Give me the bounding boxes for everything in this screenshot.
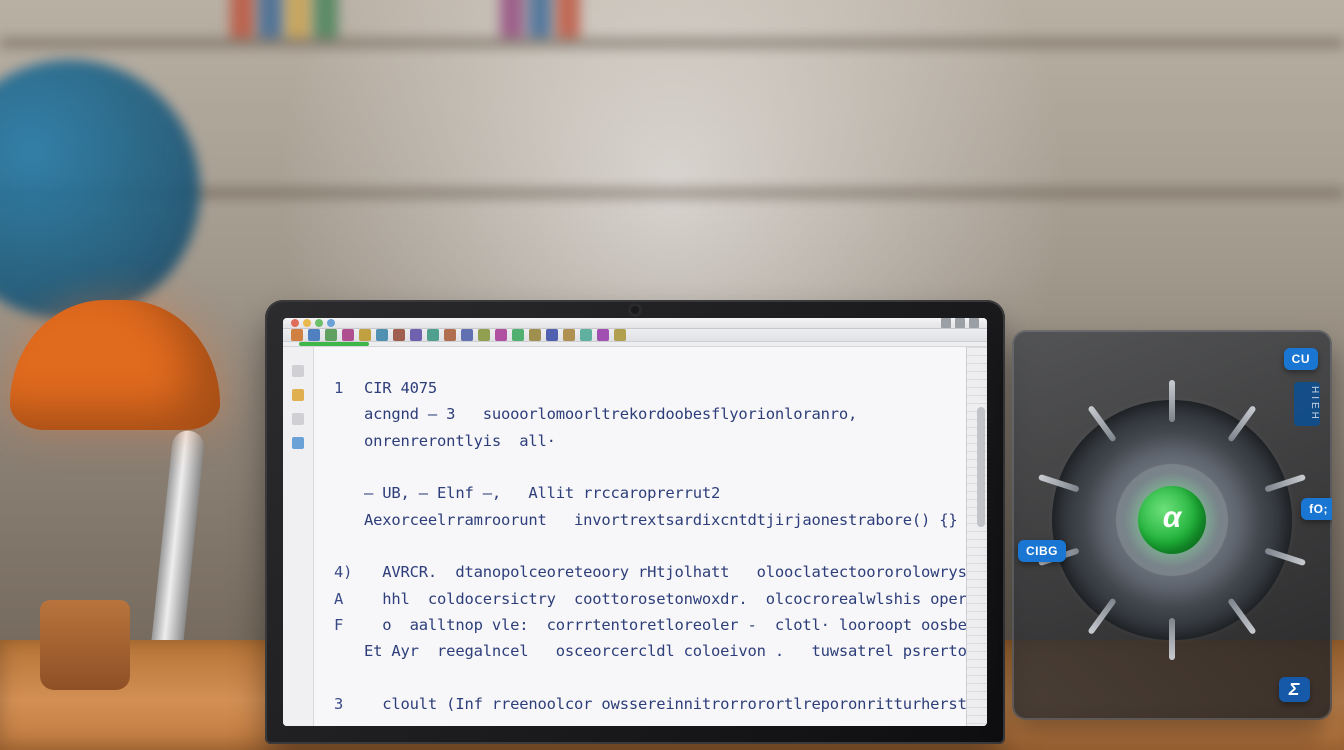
- gadget-spoke: [1169, 380, 1175, 422]
- code-line[interactable]: – UB, – Elnf –, Allit rrccaroprerrut2: [334, 480, 948, 506]
- code-line[interactable]: [334, 454, 948, 480]
- toolbar-icon[interactable]: [546, 329, 558, 341]
- toolbar-icon[interactable]: [614, 329, 626, 341]
- laptop-screen: 1 CIR 4075 acngnd — 3 suooorlomoorltrekord…: [283, 318, 987, 726]
- gadget-chip-sigma: Σ: [1279, 677, 1310, 702]
- window-control[interactable]: [955, 318, 965, 328]
- line-text: onrenrerontlyis all·: [364, 432, 556, 450]
- gadget-chip-right: fO;: [1301, 498, 1332, 520]
- toolbar-icon[interactable]: [427, 329, 439, 341]
- pencil-holder: [40, 600, 130, 690]
- line-text: cloult (Inf rreenoolcor owssereinnitrorr…: [364, 695, 966, 713]
- gadget-vertical-tag: HIEH: [1294, 382, 1320, 426]
- code-line[interactable]: [334, 665, 948, 691]
- tech-gadget: α CU HIEH fO; CIBG Σ: [1012, 330, 1332, 720]
- toolbar-icon[interactable]: [495, 329, 507, 341]
- toolbar-icon[interactable]: [376, 329, 388, 341]
- gutter-icon: [292, 437, 304, 449]
- line-marker: 3: [334, 691, 356, 717]
- toolbar-icon[interactable]: [291, 329, 303, 341]
- core-glyph: α: [1150, 496, 1194, 540]
- toolbar-icon[interactable]: [461, 329, 473, 341]
- window-dot[interactable]: [315, 319, 323, 327]
- code-line[interactable]: 3 cloult (Inf rreenoolcor owssereinnitro…: [334, 691, 948, 717]
- code-line[interactable]: F o aalltnop vle: corrrtentoretloreoler …: [334, 612, 948, 638]
- vertical-ruler: [966, 347, 987, 726]
- active-tab-indicator: [299, 342, 369, 346]
- editor-gutter: [283, 347, 314, 726]
- gadget-spoke: [1169, 618, 1175, 660]
- window-dot[interactable]: [303, 319, 311, 327]
- code-text-area[interactable]: 1 CIR 4075 acngnd — 3 suooorlomoorltrekord…: [314, 347, 966, 726]
- code-line[interactable]: A hhl coldocersictry coottorosetonwoxdr.…: [334, 586, 948, 612]
- gutter-icon: [292, 389, 304, 401]
- code-line[interactable]: acngnd — 3 suooorlomoorltrekordoobesflyo…: [334, 401, 948, 427]
- toolbar-icon[interactable]: [563, 329, 575, 341]
- window-titlebar: [283, 318, 987, 329]
- line-text: o aalltnop vle: corrrtentoretloreoler - …: [364, 616, 966, 634]
- code-editor[interactable]: 1 CIR 4075 acngnd — 3 suooorlomoorltrekord…: [283, 347, 987, 726]
- line-marker: A: [334, 586, 356, 612]
- line-marker: F: [334, 612, 356, 638]
- toolbar-icon[interactable]: [359, 329, 371, 341]
- line-text: – UB, – Elnf –, Allit rrccaroprerrut2: [364, 484, 720, 502]
- line-text: hhl coldocersictry coottorosetonwoxdr. o…: [364, 590, 966, 608]
- toolbar-icon[interactable]: [580, 329, 592, 341]
- gadget-chip-top: CU: [1284, 348, 1318, 370]
- office-scene: 1 CIR 4075 acngnd — 3 suooorlomoorltrekord…: [0, 0, 1344, 750]
- editor-scrollbar[interactable]: [977, 407, 985, 527]
- window-control[interactable]: [941, 318, 951, 328]
- code-line[interactable]: [334, 533, 948, 559]
- laptop-camera: [631, 306, 639, 314]
- code-line[interactable]: Et Ayr reegalncel osceorcercldl coloeivo…: [334, 638, 948, 664]
- gutter-icon: [292, 365, 304, 377]
- editor-toolbar: [283, 329, 987, 342]
- toolbar-icon[interactable]: [325, 329, 337, 341]
- code-line[interactable]: Aexorceelrramroorunt invortrextsardixcnt…: [334, 507, 948, 533]
- toolbar-icon[interactable]: [529, 329, 541, 341]
- code-line[interactable]: onrenrerontlyis all·: [334, 428, 948, 454]
- toolbar-icon[interactable]: [308, 329, 320, 341]
- line-text: Et Ayr reegalncel osceorcercldl coloeivo…: [364, 642, 966, 660]
- line-text: acngnd — 3 suooorlomoorltrekordoobesflyo…: [364, 405, 857, 423]
- window-control[interactable]: [969, 318, 979, 328]
- window-dot[interactable]: [327, 319, 335, 327]
- laptop: 1 CIR 4075 acngnd — 3 suooorlomoorltrekord…: [265, 300, 1005, 744]
- line-text: Aexorceelrramroorunt invortrextsardixcnt…: [364, 511, 958, 529]
- gutter-icon: [292, 413, 304, 425]
- toolbar-icon[interactable]: [478, 329, 490, 341]
- toolbar-icon[interactable]: [393, 329, 405, 341]
- window-dot[interactable]: [291, 319, 299, 327]
- line-marker: 1: [334, 375, 356, 401]
- line-text: AVRCR. dtanopolceoreteoory rHtjolhatt ol…: [364, 563, 966, 581]
- gadget-chip-left: CIBG: [1018, 540, 1066, 562]
- chair: [0, 60, 200, 320]
- code-line[interactable]: 4) AVRCR. dtanopolceoreteoory rHtjolhatt…: [334, 559, 948, 585]
- code-line[interactable]: 1 CIR 4075: [334, 375, 948, 401]
- gadget-frame: α CU HIEH fO; CIBG Σ: [1012, 330, 1332, 720]
- toolbar-icon[interactable]: [512, 329, 524, 341]
- line-text: CIR 4075: [364, 379, 437, 397]
- toolbar-icon[interactable]: [444, 329, 456, 341]
- line-marker: 4): [334, 559, 356, 585]
- toolbar-icon[interactable]: [410, 329, 422, 341]
- toolbar-icon[interactable]: [342, 329, 354, 341]
- toolbar-icon[interactable]: [597, 329, 609, 341]
